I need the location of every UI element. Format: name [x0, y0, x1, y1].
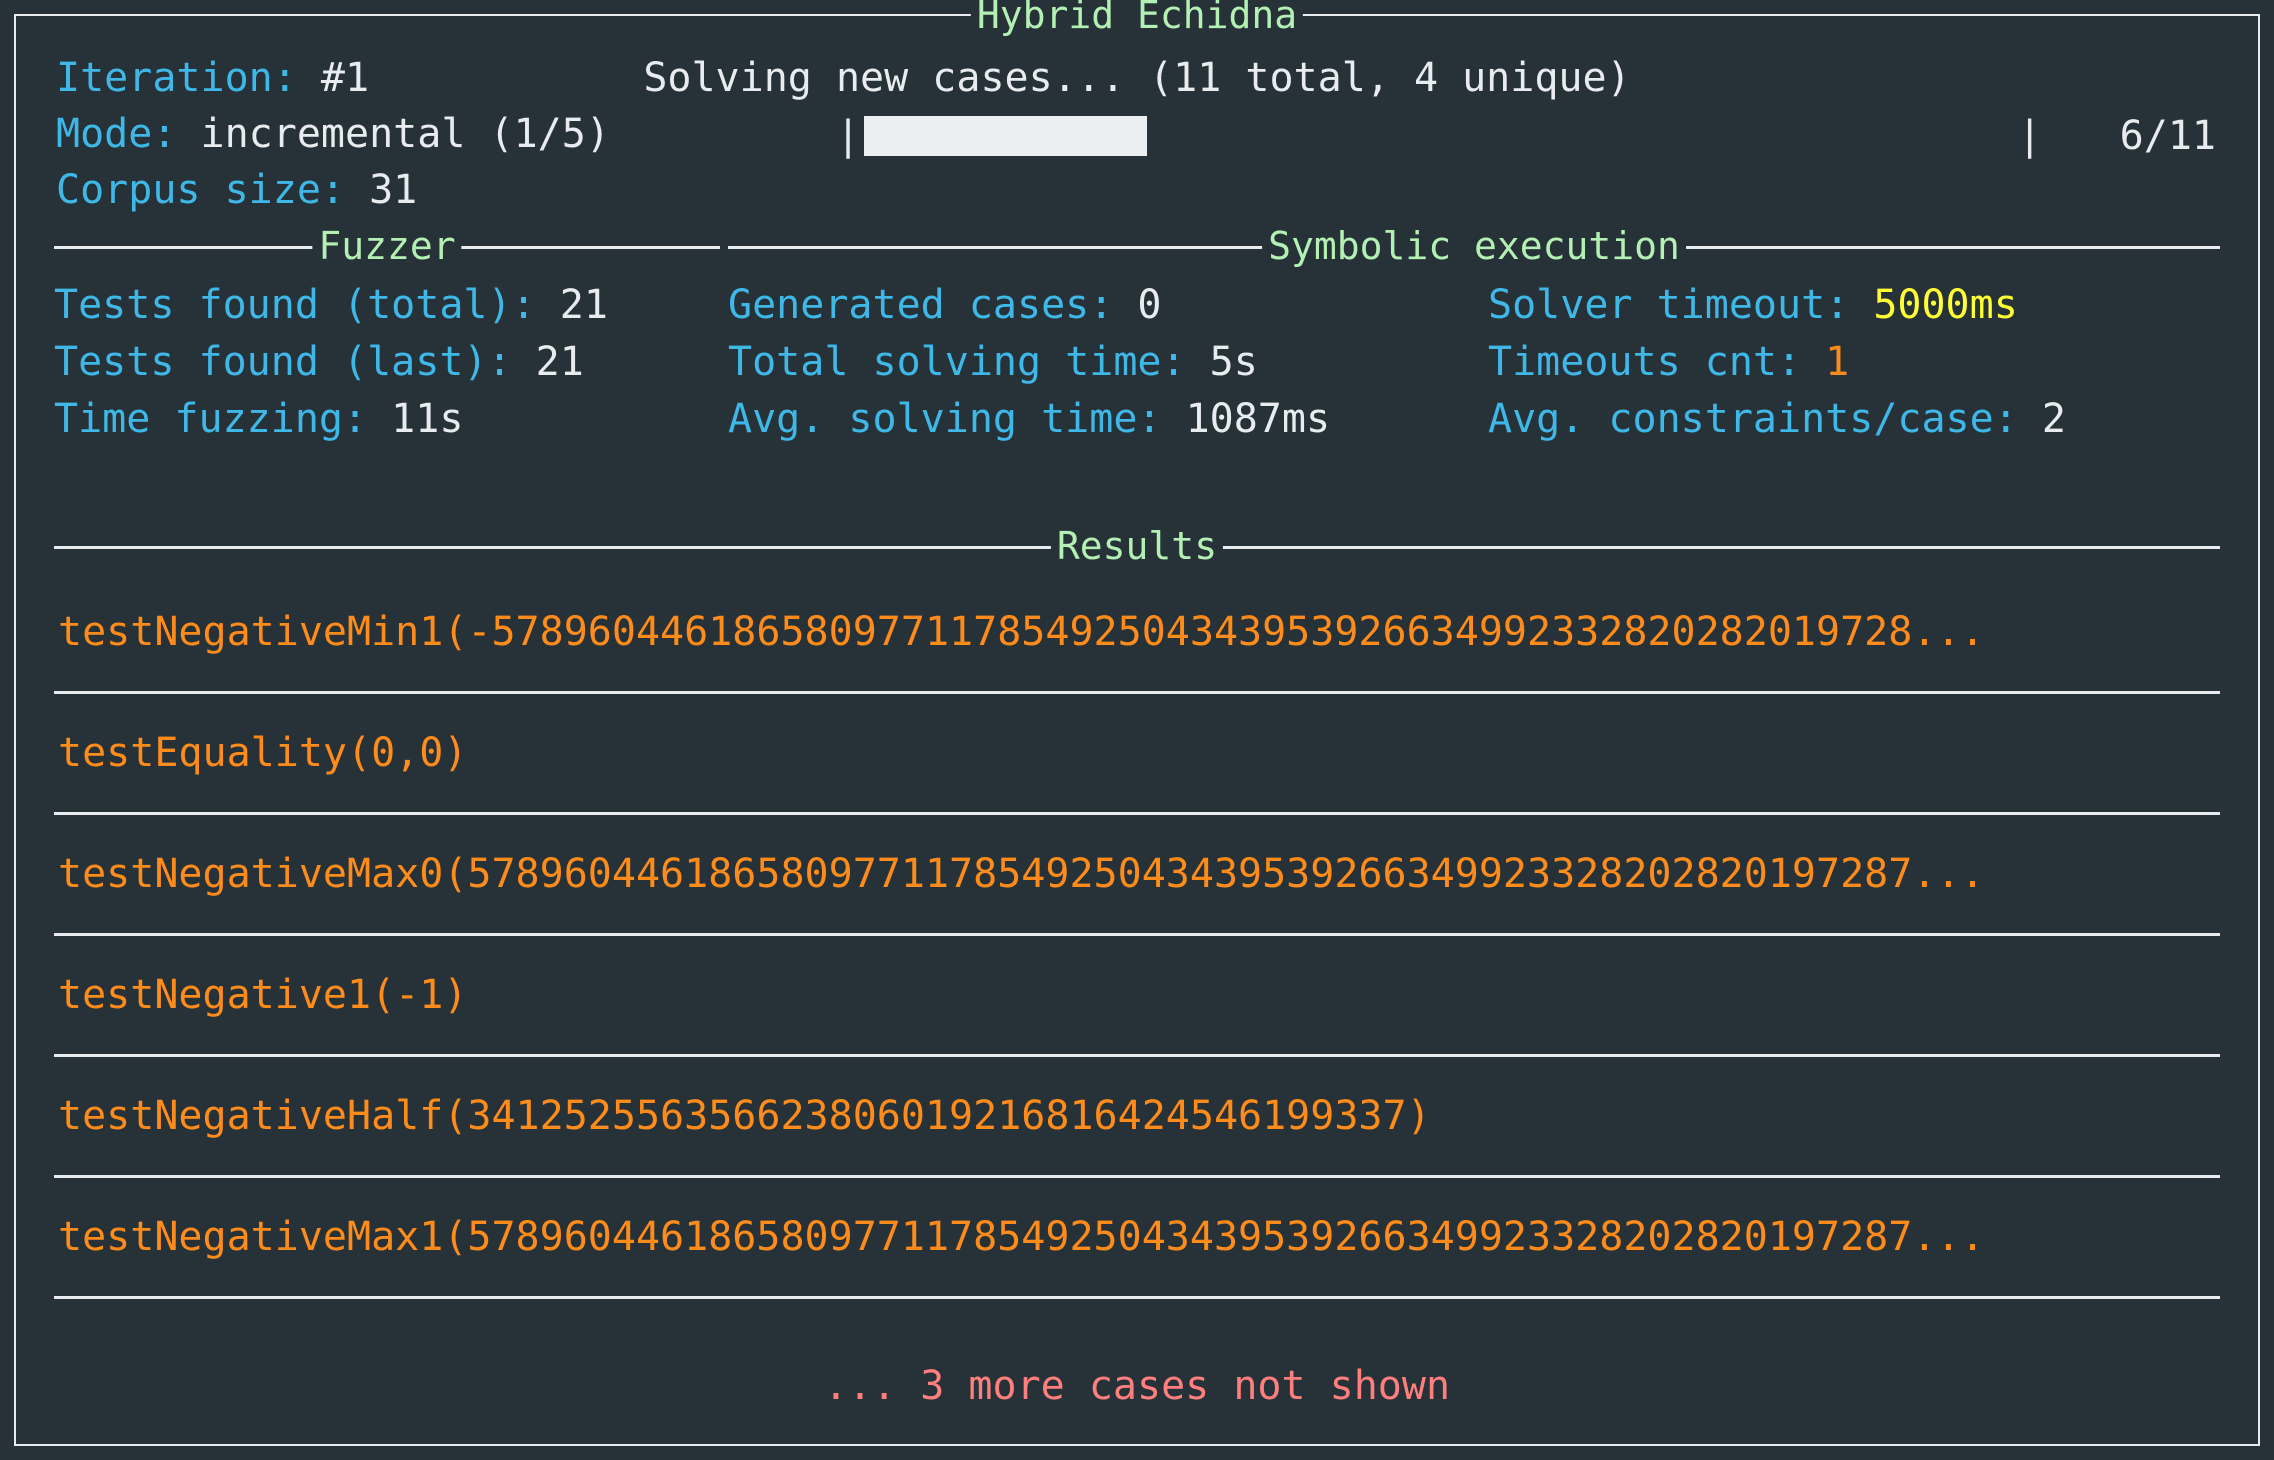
mode-line: Mode: incremental (1/5) — [56, 112, 610, 156]
result-text: testNegativeMax1(57896044618658097711785… — [54, 1215, 1985, 1259]
progress-row: | | 6/11 — [836, 112, 2218, 160]
result-row[interactable]: testNegativeHalf(34125255635662380601921… — [54, 1057, 2220, 1178]
main-window: Hybrid Echidna Iteration: #1 Mode: incre… — [14, 14, 2260, 1446]
terminal-screen: Hybrid Echidna Iteration: #1 Mode: incre… — [0, 0, 2274, 1460]
symbolic-execution-panel: Symbolic execution Generated cases: 0 To… — [728, 246, 2220, 428]
result-row[interactable]: testNegativeMax1(57896044618658097711785… — [54, 1178, 2220, 1299]
stat-label: Avg. constraints/case: — [1488, 396, 2042, 442]
results-list[interactable]: testNegativeMin1(-5789604461865809771178… — [54, 573, 2220, 1299]
stat-label: Timeouts cnt: — [1488, 339, 1825, 385]
symbolic-row: Timeouts cnt: 1 — [1488, 334, 2188, 391]
fuzzer-panel: Fuzzer Tests found (total): 21 Tests fou… — [54, 246, 720, 428]
gauge-right-separator: | — [2018, 114, 2042, 158]
stat-value: 11s — [391, 396, 463, 442]
result-row[interactable]: testNegativeMax0(57896044618658097711785… — [54, 815, 2220, 936]
result-text: testNegativeHalf(34125255635662380601921… — [54, 1094, 1431, 1138]
progress-fill — [864, 116, 1147, 156]
result-text: testEquality(0,0) — [54, 731, 467, 775]
progress-gauge: | — [836, 112, 1384, 160]
fuzzer-row: Tests found (last): 21 — [54, 334, 720, 391]
symbolic-row: Generated cases: 0 — [728, 277, 1488, 334]
stat-label: Generated cases: — [728, 282, 1137, 328]
stat-value: 21 — [560, 282, 608, 328]
corpus-size-label: Corpus size: — [56, 167, 369, 213]
gauge-left-separator: | — [836, 114, 860, 158]
symbolic-row: Total solving time: 5s — [728, 334, 1488, 391]
corpus-size-value: 31 — [369, 167, 417, 213]
symbolic-row: Avg. constraints/case: 2 — [1488, 391, 2188, 448]
stat-value: 2 — [2042, 396, 2066, 442]
symbolic-row: Solver timeout: 5000ms — [1488, 277, 2188, 334]
fuzzer-stats-column: Tests found (total): 21 Tests found (las… — [54, 277, 720, 448]
result-row[interactable]: testNegative1(-1) — [54, 936, 2220, 1057]
status-block: Iteration: #1 Mode: incremental (1/5) Co… — [16, 30, 2258, 220]
progress-count: 6/11 — [2120, 114, 2216, 158]
result-text: testNegative1(-1) — [54, 973, 467, 1017]
symbolic-stats: Generated cases: 0 Total solving time: 5… — [728, 277, 2220, 448]
stat-value: 1087ms — [1186, 396, 1331, 442]
timeouts-count-value: 1 — [1825, 339, 1849, 385]
stat-label: Solver timeout: — [1488, 282, 1873, 328]
result-text: testNegativeMin1(-5789604461865809771178… — [54, 610, 1985, 654]
stat-value: 21 — [536, 339, 584, 385]
result-row[interactable]: testNegativeMin1(-5789604461865809771178… — [54, 573, 2220, 694]
stat-value: 0 — [1137, 282, 1161, 328]
results-panel-title: Results — [1051, 525, 1223, 567]
stat-label: Tests found (total): — [54, 282, 560, 328]
stat-label: Time fuzzing: — [54, 396, 391, 442]
solving-status-message: Solving new cases... (11 total, 4 unique… — [16, 56, 2258, 100]
symbolic-panel-title: Symbolic execution — [1262, 225, 1686, 267]
symbolic-row: Avg. solving time: 1087ms — [728, 391, 1488, 448]
fuzzer-row: Tests found (total): 21 — [54, 277, 720, 334]
stat-label: Total solving time: — [728, 339, 1210, 385]
fuzzer-stats: Tests found (total): 21 Tests found (las… — [54, 277, 720, 448]
fuzzer-panel-title: Fuzzer — [312, 225, 461, 267]
stat-label: Tests found (last): — [54, 339, 536, 385]
mode-label: Mode: — [56, 111, 201, 157]
fuzzer-row: Time fuzzing: 11s — [54, 391, 720, 448]
result-row[interactable]: testEquality(0,0) — [54, 694, 2220, 815]
stat-label: Avg. solving time: — [728, 396, 1186, 442]
symbolic-right-column: Solver timeout: 5000ms Timeouts cnt: 1 A… — [1488, 277, 2188, 448]
progress-track — [864, 116, 1384, 156]
more-cases-note: ... 3 more cases not shown — [16, 1364, 2258, 1408]
corpus-size-line: Corpus size: 31 — [56, 168, 417, 212]
symbolic-left-column: Generated cases: 0 Total solving time: 5… — [728, 277, 1488, 448]
result-text: testNegativeMax0(57896044618658097711785… — [54, 852, 1985, 896]
mode-value: incremental (1/5) — [201, 111, 610, 157]
progress-count-wrap: | 6/11 — [2018, 112, 2216, 160]
solver-timeout-value: 5000ms — [1873, 282, 2018, 328]
results-panel: Results testNegativeMin1(-57896044618658… — [54, 546, 2220, 1324]
stat-value: 5s — [1210, 339, 1258, 385]
